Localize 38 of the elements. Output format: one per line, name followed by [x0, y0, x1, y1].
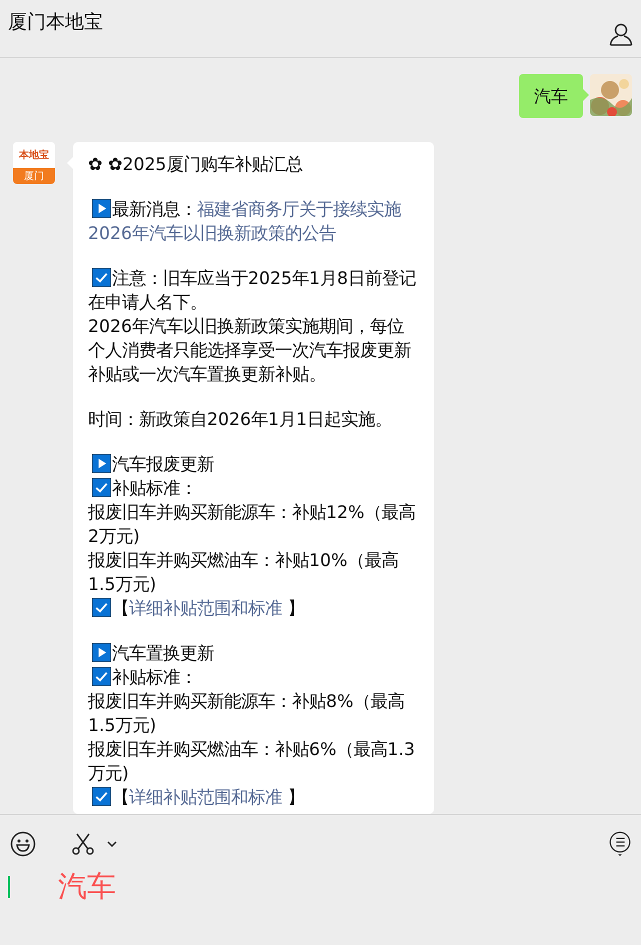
checkmark-icon	[92, 478, 111, 497]
link[interactable]: 2026年汽车以旧换新政策的公告	[88, 224, 336, 244]
message-text: 补贴标准：	[112, 668, 197, 688]
message-text: 报废旧车并购买燃油车：补贴10%（最高1.5万元)	[88, 551, 398, 595]
message-text: 报废旧车并购买新能源车：补贴8%（最高1.5万元)	[88, 692, 404, 736]
chat-title: 厦门本地宝	[8, 10, 103, 34]
message-text: 】	[286, 788, 304, 808]
input-field[interactable]: 汽车	[8, 869, 641, 905]
message-text: 补贴标准：	[112, 479, 197, 499]
play-icon	[92, 199, 111, 218]
message-text: 汽车报废更新	[112, 455, 214, 475]
scissors-icon[interactable]	[70, 831, 96, 857]
checkmark-icon	[92, 268, 111, 287]
message-text: 在申请人名下。	[88, 293, 207, 313]
message-text: 报废旧车并购买新能源车：补贴12%（最高2万元)	[88, 503, 416, 547]
message-text: 时间：新政策自2026年1月1日起实施。	[88, 410, 392, 430]
profile-icon[interactable]	[609, 22, 633, 46]
link[interactable]: 详细补贴范围和标准	[129, 599, 282, 619]
message-text: 【	[112, 788, 129, 808]
message-text: 注意：旧车应当于2025年1月8日前登记	[112, 269, 416, 289]
link[interactable]: 详细补贴范围和标准	[129, 788, 282, 808]
message-text: ✿ ✿2025厦门购车补贴汇总	[88, 155, 302, 175]
message-text: 汽车置换更新	[112, 644, 214, 664]
checkmark-icon	[92, 667, 111, 686]
emoji-icon[interactable]	[10, 831, 36, 857]
play-icon	[92, 454, 111, 473]
message-text: 【	[112, 599, 129, 619]
link[interactable]: 福建省商务厅关于接续实施	[197, 200, 401, 220]
message-text: 最新消息：	[112, 200, 197, 220]
chat-history-icon[interactable]	[607, 831, 633, 857]
caret-icon[interactable]	[107, 841, 117, 847]
checkmark-icon	[92, 598, 111, 617]
play-icon	[92, 643, 111, 662]
message-text: 2026年汽车以旧换新政策实施期间，每位个人消费者只能选择享受一次汽车报废更新补贴或一次汽车置换更新补贴。	[88, 317, 411, 385]
checkmark-icon	[92, 787, 111, 806]
message-text: 报废旧车并购买燃油车：补贴6%（最高1.3万元)	[88, 740, 415, 784]
logo: 本地宝 厦门	[13, 142, 55, 184]
message-text: 】	[286, 599, 304, 619]
